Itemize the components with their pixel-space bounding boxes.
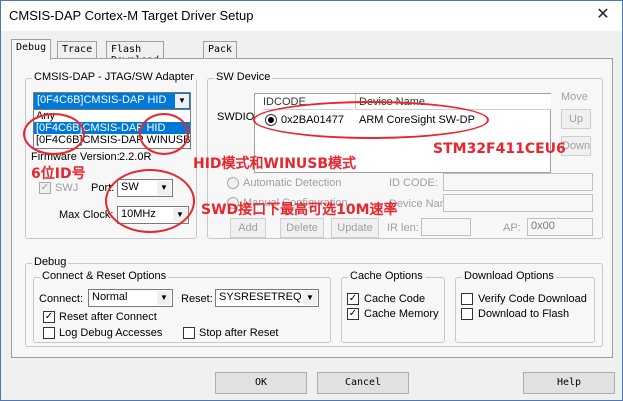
- reset-label: Reset:: [181, 293, 213, 305]
- cache-code-label: Cache Code: [364, 293, 426, 305]
- window-title: CMSIS-DAP Cortex-M Target Driver Setup: [9, 8, 254, 23]
- swj-label: SWJ: [55, 182, 79, 194]
- verify-code-label: Verify Code Download: [478, 293, 587, 305]
- adapter-option-hid[interactable]: [0F4C6B]CMSIS-DAP HID: [34, 122, 190, 134]
- help-button[interactable]: Help: [523, 372, 615, 394]
- reset-value: SYSRESETREQ: [219, 291, 302, 303]
- download-to-flash-checkbox[interactable]: [461, 308, 473, 320]
- sw-device-legend: SW Device: [214, 71, 273, 83]
- chevron-down-icon: ▼: [175, 94, 189, 108]
- adapter-dropdown-list: Any [0F4C6B]CMSIS-DAP HID [0F4C6B]CMSIS-…: [33, 109, 191, 149]
- adapter-select[interactable]: [0F4C6B]CMSIS-DAP HID ▼: [33, 92, 191, 110]
- cache-memory-label: Cache Memory: [364, 308, 439, 320]
- firmware-value: 2.2.0R: [119, 151, 152, 163]
- col-device-name: Device Name: [355, 94, 551, 110]
- cancel-button[interactable]: Cancel: [317, 372, 409, 394]
- stop-after-reset-checkbox[interactable]: [183, 327, 195, 339]
- chevron-down-icon: ▼: [303, 291, 317, 305]
- adapter-legend: CMSIS-DAP - JTAG/SW Adapter: [32, 71, 196, 83]
- row-device-name: ARM CoreSight SW-DP: [359, 114, 475, 126]
- adapter-select-value: [0F4C6B]CMSIS-DAP HID: [37, 94, 167, 106]
- debug-legend: Debug: [32, 256, 69, 268]
- annotation-id-note: 6位ID号: [31, 166, 86, 182]
- firmware-label: Firmware Version:: [31, 151, 120, 163]
- col-idcode: IDCODE: [263, 94, 353, 110]
- ap-value: 0x00: [531, 220, 555, 232]
- row-idcode: 0x2BA01477: [281, 114, 344, 126]
- stop-after-reset-label: Stop after Reset: [199, 327, 279, 339]
- setup-dialog: CMSIS-DAP Cortex-M Target Driver Setup ✕…: [0, 0, 623, 401]
- device-name-input[interactable]: [443, 194, 593, 212]
- close-icon[interactable]: ✕: [594, 5, 612, 25]
- reset-after-connect-label: Reset after Connect: [59, 311, 157, 323]
- annotation-chip-note: STM32F411CEU6: [433, 141, 566, 157]
- annotation-swd-note: SWD接口下最高可选10M速率: [201, 202, 398, 218]
- annotation-hid-note: HID模式和WINUSB模式: [193, 156, 357, 172]
- cache-options-legend: Cache Options: [348, 270, 425, 282]
- update-button[interactable]: Update: [331, 218, 379, 238]
- connect-label: Connect:: [39, 293, 84, 305]
- chevron-down-icon: ▼: [157, 181, 171, 195]
- connect-value: Normal: [92, 291, 128, 303]
- chevron-down-icon: ▼: [173, 208, 187, 222]
- connect-select[interactable]: Normal ▼: [88, 289, 173, 307]
- max-clock-select[interactable]: 10MHz ▼: [117, 206, 189, 224]
- log-debug-label: Log Debug Accesses: [59, 327, 163, 339]
- max-clock-label: Max Clock:: [59, 209, 114, 221]
- auto-detect-label: Automatic Detection: [243, 177, 342, 189]
- port-select[interactable]: SW ▼: [117, 179, 173, 197]
- ap-input[interactable]: 0x00: [527, 218, 593, 236]
- add-button[interactable]: Add: [230, 218, 266, 238]
- cache-memory-checkbox[interactable]: ✓: [347, 308, 359, 320]
- adapter-option-winusb[interactable]: [0F4C6B]CMSIS-DAP WINUSB: [34, 134, 190, 146]
- up-button[interactable]: Up: [561, 109, 591, 129]
- reset-after-connect-checkbox[interactable]: ✓: [43, 311, 55, 323]
- port-label: Port:: [91, 182, 115, 194]
- delete-button[interactable]: Delete: [280, 218, 324, 238]
- swj-checkbox[interactable]: ✓: [39, 182, 51, 194]
- max-clock-value: 10MHz: [121, 208, 156, 220]
- move-label: Move: [561, 91, 588, 103]
- tab-flash-download[interactable]: Flash Download: [106, 41, 165, 66]
- download-options-legend: Download Options: [462, 270, 556, 282]
- tab-trace[interactable]: Trace: [57, 41, 98, 59]
- ir-len-label: IR len:: [387, 222, 419, 234]
- idcode-label: ID CODE:: [389, 177, 438, 189]
- title-bar: CMSIS-DAP Cortex-M Target Driver Setup ✕: [1, 1, 622, 31]
- verify-code-checkbox[interactable]: [461, 293, 473, 305]
- reset-select[interactable]: SYSRESETREQ ▼: [215, 289, 319, 307]
- connect-reset-legend: Connect & Reset Options: [40, 270, 169, 282]
- idcode-input[interactable]: [443, 173, 593, 191]
- port-select-value: SW: [121, 181, 139, 193]
- tab-pack[interactable]: Pack: [203, 41, 238, 59]
- auto-detect-radio[interactable]: [227, 177, 239, 189]
- chevron-down-icon: ▼: [157, 291, 171, 305]
- ok-button[interactable]: OK: [215, 372, 307, 394]
- swdio-label: SWDIO: [217, 111, 255, 123]
- cache-code-checkbox[interactable]: ✓: [347, 293, 359, 305]
- tab-debug[interactable]: Debug: [11, 39, 52, 60]
- download-to-flash-label: Download to Flash: [478, 308, 570, 320]
- ir-len-input[interactable]: [421, 218, 471, 236]
- log-debug-checkbox[interactable]: [43, 327, 55, 339]
- device-row-radio[interactable]: [265, 114, 277, 126]
- adapter-option-any[interactable]: Any: [34, 110, 190, 122]
- ap-label: AP:: [503, 222, 521, 234]
